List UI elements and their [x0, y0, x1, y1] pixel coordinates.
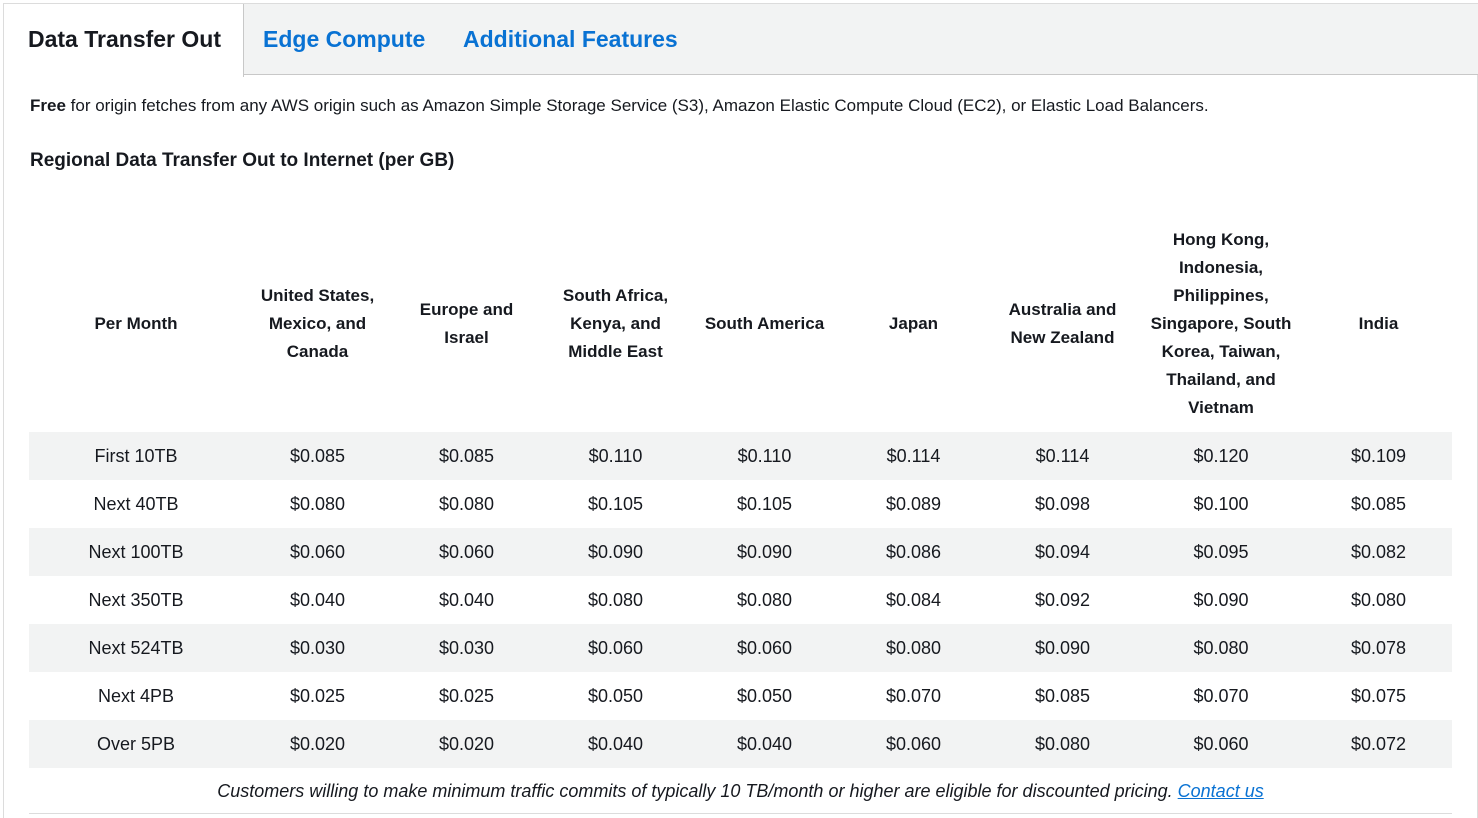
price-cell: $0.060	[392, 528, 541, 576]
price-cell: $0.109	[1305, 432, 1452, 480]
tier-cell: Over 5PB	[29, 720, 243, 768]
price-cell: $0.098	[1034, 493, 1091, 514]
tab-edge-compute[interactable]: Edge Compute	[263, 4, 425, 76]
section-title: Regional Data Transfer Out to Internet (…	[30, 150, 455, 171]
price-cell: $0.030	[243, 624, 392, 672]
price-cell: $0.095	[1137, 528, 1305, 576]
price-cell: $0.114	[988, 432, 1137, 480]
price-cell: $0.100	[1193, 493, 1249, 514]
tier-cell: Next 524TB	[29, 624, 243, 672]
price-cell: $0.060	[839, 720, 988, 768]
price-cell: $0.110	[690, 432, 839, 480]
price-cell: $0.082	[1305, 528, 1452, 576]
price-cell: $0.030	[392, 624, 541, 672]
price-cell: $0.086	[839, 528, 988, 576]
price-cell: $0.078	[1305, 624, 1452, 672]
price-cell: $0.090	[690, 528, 839, 576]
price-cell: $0.060	[1137, 720, 1305, 768]
intro-text: Free for origin fetches from any AWS ori…	[30, 96, 1209, 116]
price-cell: $0.075	[1350, 685, 1407, 706]
price-cell: $0.050	[587, 685, 644, 706]
price-cell: $0.070	[885, 685, 942, 706]
price-cell: $0.120	[1137, 432, 1305, 480]
price-cell: $0.060	[541, 624, 690, 672]
price-cell: $0.040	[690, 720, 839, 768]
column-header: Australia and New Zealand	[1008, 299, 1117, 347]
price-cell: $0.080	[289, 493, 346, 514]
price-cell: $0.085	[243, 432, 392, 480]
price-cell: $0.084	[885, 589, 942, 610]
column-header: Per Month	[94, 313, 178, 333]
price-cell: $0.092	[1034, 589, 1091, 610]
price-cell: $0.105	[587, 493, 644, 514]
column-header: United States, Mexico, and Canada	[260, 285, 375, 361]
column-header: Hong Kong, Indonesia, Philippines, Singa…	[1150, 229, 1292, 417]
price-cell: $0.040	[541, 720, 690, 768]
price-cell: $0.072	[1305, 720, 1452, 768]
tier-cell: First 10TB	[29, 432, 243, 480]
table-header-row: Per Month United States, Mexico, and Cana…	[29, 215, 1452, 432]
price-cell: $0.080	[1350, 589, 1407, 610]
price-cell: $0.020	[243, 720, 392, 768]
footnote: Customers willing to make minimum traffi…	[29, 768, 1452, 814]
price-cell: $0.110	[541, 432, 690, 480]
tier-cell: Next 100TB	[29, 528, 243, 576]
tier-cell: Next 4PB	[97, 685, 175, 706]
column-header: South Africa, Kenya, and Middle East	[562, 285, 669, 361]
price-cell: $0.080	[1137, 624, 1305, 672]
price-cell: $0.080	[736, 589, 793, 610]
intro-bold: Free	[30, 96, 66, 115]
price-cell: $0.025	[438, 685, 495, 706]
price-cell: $0.080	[587, 589, 644, 610]
intro-body: for origin fetches from any AWS origin s…	[65, 96, 1209, 115]
price-cell: $0.085	[1350, 493, 1407, 514]
tab-data-transfer-out[interactable]: Data Transfer Out	[3, 4, 244, 77]
price-cell: $0.114	[839, 432, 988, 480]
table-row: Next 524TB $0.030 $0.030 $0.060 $0.060 $0.080…	[29, 624, 1452, 672]
price-cell: $0.080	[839, 624, 988, 672]
price-cell: $0.050	[736, 685, 793, 706]
pricing-table: Per Month United States, Mexico, and Cana…	[29, 215, 1452, 768]
column-header: Japan	[888, 313, 939, 333]
contact-us-link[interactable]: Contact us	[1178, 781, 1264, 801]
price-cell: $0.094	[988, 528, 1137, 576]
footnote-text: Customers willing to make minimum traffi…	[217, 781, 1178, 801]
table-row: Next 100TB $0.060 $0.060 $0.090 $0.090 $0.086…	[29, 528, 1452, 576]
table-row: Over 5PB $0.020 $0.020 $0.040 $0.040 $0.060 $0…	[29, 720, 1452, 768]
price-cell: $0.105	[736, 493, 793, 514]
tier-cell: Next 40TB	[93, 493, 179, 514]
table-row: Next 350TB $0.040 $0.040 $0.080 $0.080 $0.084…	[29, 576, 1452, 624]
price-cell: $0.080	[988, 720, 1137, 768]
table-row: First 10TB $0.085 $0.085 $0.110 $0.110 $0.114…	[29, 432, 1452, 480]
table-row: Next 40TB $0.080 $0.080 $0.105 $0.105 $0.089 $…	[29, 480, 1452, 528]
price-cell: $0.090	[1193, 589, 1249, 610]
price-cell: $0.020	[392, 720, 541, 768]
price-cell: $0.040	[438, 589, 495, 610]
price-cell: $0.025	[289, 685, 346, 706]
column-header: Europe and Israel	[419, 299, 514, 347]
price-cell: $0.080	[438, 493, 495, 514]
price-cell: $0.090	[988, 624, 1137, 672]
tab-additional-features[interactable]: Additional Features	[463, 4, 678, 76]
price-cell: $0.060	[690, 624, 839, 672]
price-cell: $0.089	[885, 493, 942, 514]
table-row: Next 4PB $0.025 $0.025 $0.050 $0.050 $0.070 $0…	[29, 672, 1452, 720]
price-cell: $0.040	[289, 589, 346, 610]
price-cell: $0.085	[1034, 685, 1091, 706]
tab-bar: Data Transfer Out Edge Compute Additiona…	[3, 3, 1478, 77]
price-cell: $0.085	[392, 432, 541, 480]
price-cell: $0.070	[1193, 685, 1249, 706]
price-cell: $0.060	[243, 528, 392, 576]
column-header: India	[1358, 313, 1399, 333]
tier-cell: Next 350TB	[88, 589, 184, 610]
price-cell: $0.090	[541, 528, 690, 576]
column-header: South America	[704, 313, 825, 333]
